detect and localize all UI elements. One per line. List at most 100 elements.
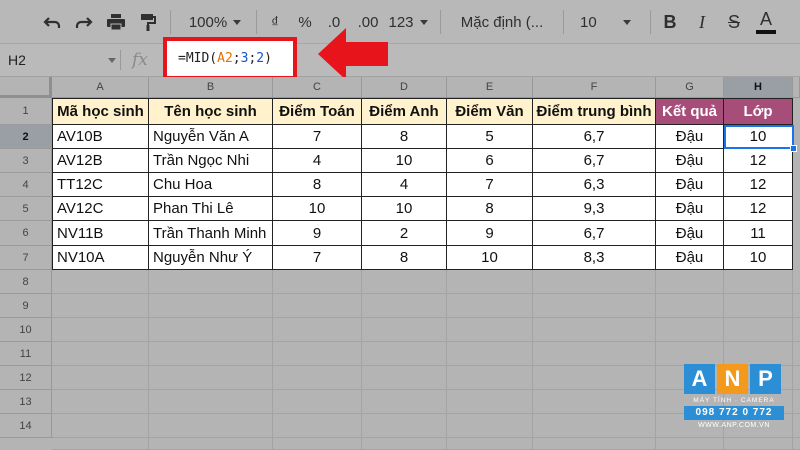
table-cell[interactable]: Đậu xyxy=(656,125,724,149)
row-header-11[interactable]: 11 xyxy=(0,342,52,366)
table-cell[interactable]: AV10B xyxy=(53,125,149,149)
chevron-down-icon xyxy=(419,19,428,25)
row-header-5[interactable]: 5 xyxy=(0,197,52,221)
table-cell[interactable]: 9 xyxy=(447,221,533,246)
table-cell[interactable]: Đậu xyxy=(656,149,724,173)
name-box[interactable]: H2 xyxy=(0,44,118,76)
table-cell[interactable]: 6 xyxy=(447,149,533,173)
redo-button[interactable] xyxy=(70,0,98,44)
row-header-1[interactable]: 1 xyxy=(0,98,52,125)
select-all-corner[interactable] xyxy=(0,77,52,98)
table-cell[interactable]: Nguyễn Văn A xyxy=(149,125,273,149)
table-cell[interactable]: 10 xyxy=(724,125,793,149)
row-header-2[interactable]: 2 xyxy=(0,125,52,149)
logo-letter: P xyxy=(750,364,781,394)
table-cell[interactable]: AV12C xyxy=(53,197,149,221)
table-header-cell[interactable]: Tên học sinh xyxy=(149,99,273,125)
table-cell[interactable]: 6,3 xyxy=(533,173,656,197)
column-header-a[interactable]: A xyxy=(52,77,149,98)
logo-letter: A xyxy=(684,364,715,394)
table-cell[interactable]: TT12C xyxy=(53,173,149,197)
table-cell[interactable]: 10 xyxy=(273,197,362,221)
font-size-select[interactable]: 10 xyxy=(570,0,644,44)
table-cell[interactable]: 5 xyxy=(447,125,533,149)
table-cell[interactable]: Đậu xyxy=(656,197,724,221)
table-cell[interactable]: 11 xyxy=(724,221,793,246)
table-cell[interactable]: Trần Ngọc Nhi xyxy=(149,149,273,173)
print-button[interactable] xyxy=(102,0,130,44)
logo-tagline: MÁY TÍNH · CAMERA xyxy=(693,397,775,404)
table-cell[interactable]: 6,7 xyxy=(533,221,656,246)
table-header-cell[interactable]: Điểm Văn xyxy=(447,99,533,125)
table-cell[interactable]: 4 xyxy=(273,149,362,173)
row-header-3[interactable]: 3 xyxy=(0,149,52,173)
table-cell[interactable]: 9,3 xyxy=(533,197,656,221)
table-cell[interactable]: 9 xyxy=(273,221,362,246)
annotation-arrow-icon xyxy=(318,28,388,80)
row-header-14[interactable]: 14 xyxy=(0,414,52,438)
table-cell[interactable]: 10 xyxy=(362,197,447,221)
column-header-g[interactable]: G xyxy=(656,77,724,98)
table-header-cell[interactable]: Mã học sinh xyxy=(53,99,149,125)
fill-handle[interactable] xyxy=(790,145,797,152)
table-cell[interactable]: 7 xyxy=(273,246,362,270)
italic-button[interactable]: I xyxy=(688,0,716,44)
table-header-cell[interactable]: Kết quả xyxy=(656,99,724,125)
table-cell[interactable]: 2 xyxy=(362,221,447,246)
column-header-c[interactable]: C xyxy=(273,77,362,98)
table-cell[interactable]: 8 xyxy=(273,173,362,197)
row-header-9[interactable]: 9 xyxy=(0,294,52,318)
column-header-f[interactable]: F xyxy=(533,77,656,98)
row-header-6[interactable]: 6 xyxy=(0,221,52,246)
column-header-b[interactable]: B xyxy=(149,77,273,98)
column-header-e[interactable]: E xyxy=(447,77,533,98)
column-header-d[interactable]: D xyxy=(362,77,447,98)
table-cell[interactable]: 12 xyxy=(724,173,793,197)
table-cell[interactable]: NV10A xyxy=(53,246,149,270)
table-cell[interactable]: 10 xyxy=(724,246,793,270)
text-color-button[interactable]: A xyxy=(752,0,780,44)
table-header-cell[interactable]: Điểm Anh xyxy=(362,99,447,125)
table-cell[interactable]: 12 xyxy=(724,149,793,173)
table-cell[interactable]: Đậu xyxy=(656,221,724,246)
table-cell[interactable]: AV12B xyxy=(53,149,149,173)
table-cell[interactable]: 7 xyxy=(273,125,362,149)
table-cell[interactable]: 4 xyxy=(362,173,447,197)
table-cell[interactable]: Đậu xyxy=(656,246,724,270)
table-cell[interactable]: Chu Hoa xyxy=(149,173,273,197)
toolbar-divider xyxy=(563,10,564,34)
table-cell[interactable]: 6,7 xyxy=(533,149,656,173)
table-cell[interactable]: NV11B xyxy=(53,221,149,246)
more-formats-select[interactable]: 123 xyxy=(386,0,430,44)
paint-format-button[interactable] xyxy=(134,0,162,44)
table-cell[interactable]: Phan Thi Lê xyxy=(149,197,273,221)
table-cell[interactable]: 7 xyxy=(447,173,533,197)
table-cell[interactable]: Đậu xyxy=(656,173,724,197)
table-cell[interactable]: 6,7 xyxy=(533,125,656,149)
table-cell[interactable]: 10 xyxy=(362,149,447,173)
table-cell[interactable]: 8 xyxy=(362,246,447,270)
row-header-13[interactable]: 13 xyxy=(0,390,52,414)
formula-input[interactable]: =MID(A2; 3; 2) xyxy=(163,37,297,80)
row-header-7[interactable]: 7 xyxy=(0,246,52,270)
table-cell[interactable]: 10 xyxy=(447,246,533,270)
table-cell[interactable]: 8 xyxy=(362,125,447,149)
table-header-cell[interactable]: Điểm trung bình xyxy=(533,99,656,125)
table-header-cell[interactable]: Lớp xyxy=(724,99,793,125)
row-header-12[interactable]: 12 xyxy=(0,366,52,390)
undo-button[interactable] xyxy=(38,0,66,44)
row-header-4[interactable]: 4 xyxy=(0,173,52,197)
table-header-cell[interactable]: Điểm Toán xyxy=(273,99,362,125)
bold-button[interactable]: B xyxy=(656,0,684,44)
row-header-10[interactable]: 10 xyxy=(0,318,52,342)
italic-label: I xyxy=(699,11,705,32)
column-header-h[interactable]: H xyxy=(724,77,793,98)
table-cell[interactable]: 8 xyxy=(447,197,533,221)
row-header-8[interactable]: 8 xyxy=(0,270,52,294)
table-cell[interactable]: 8,3 xyxy=(533,246,656,270)
table-cell[interactable]: 12 xyxy=(724,197,793,221)
strikethrough-button[interactable]: S xyxy=(720,0,748,44)
table-cell[interactable]: Trần Thanh Minh xyxy=(149,221,273,246)
table-cell[interactable]: Nguyễn Như Ý xyxy=(149,246,273,270)
font-family-select[interactable]: Mặc định (... xyxy=(446,0,558,44)
